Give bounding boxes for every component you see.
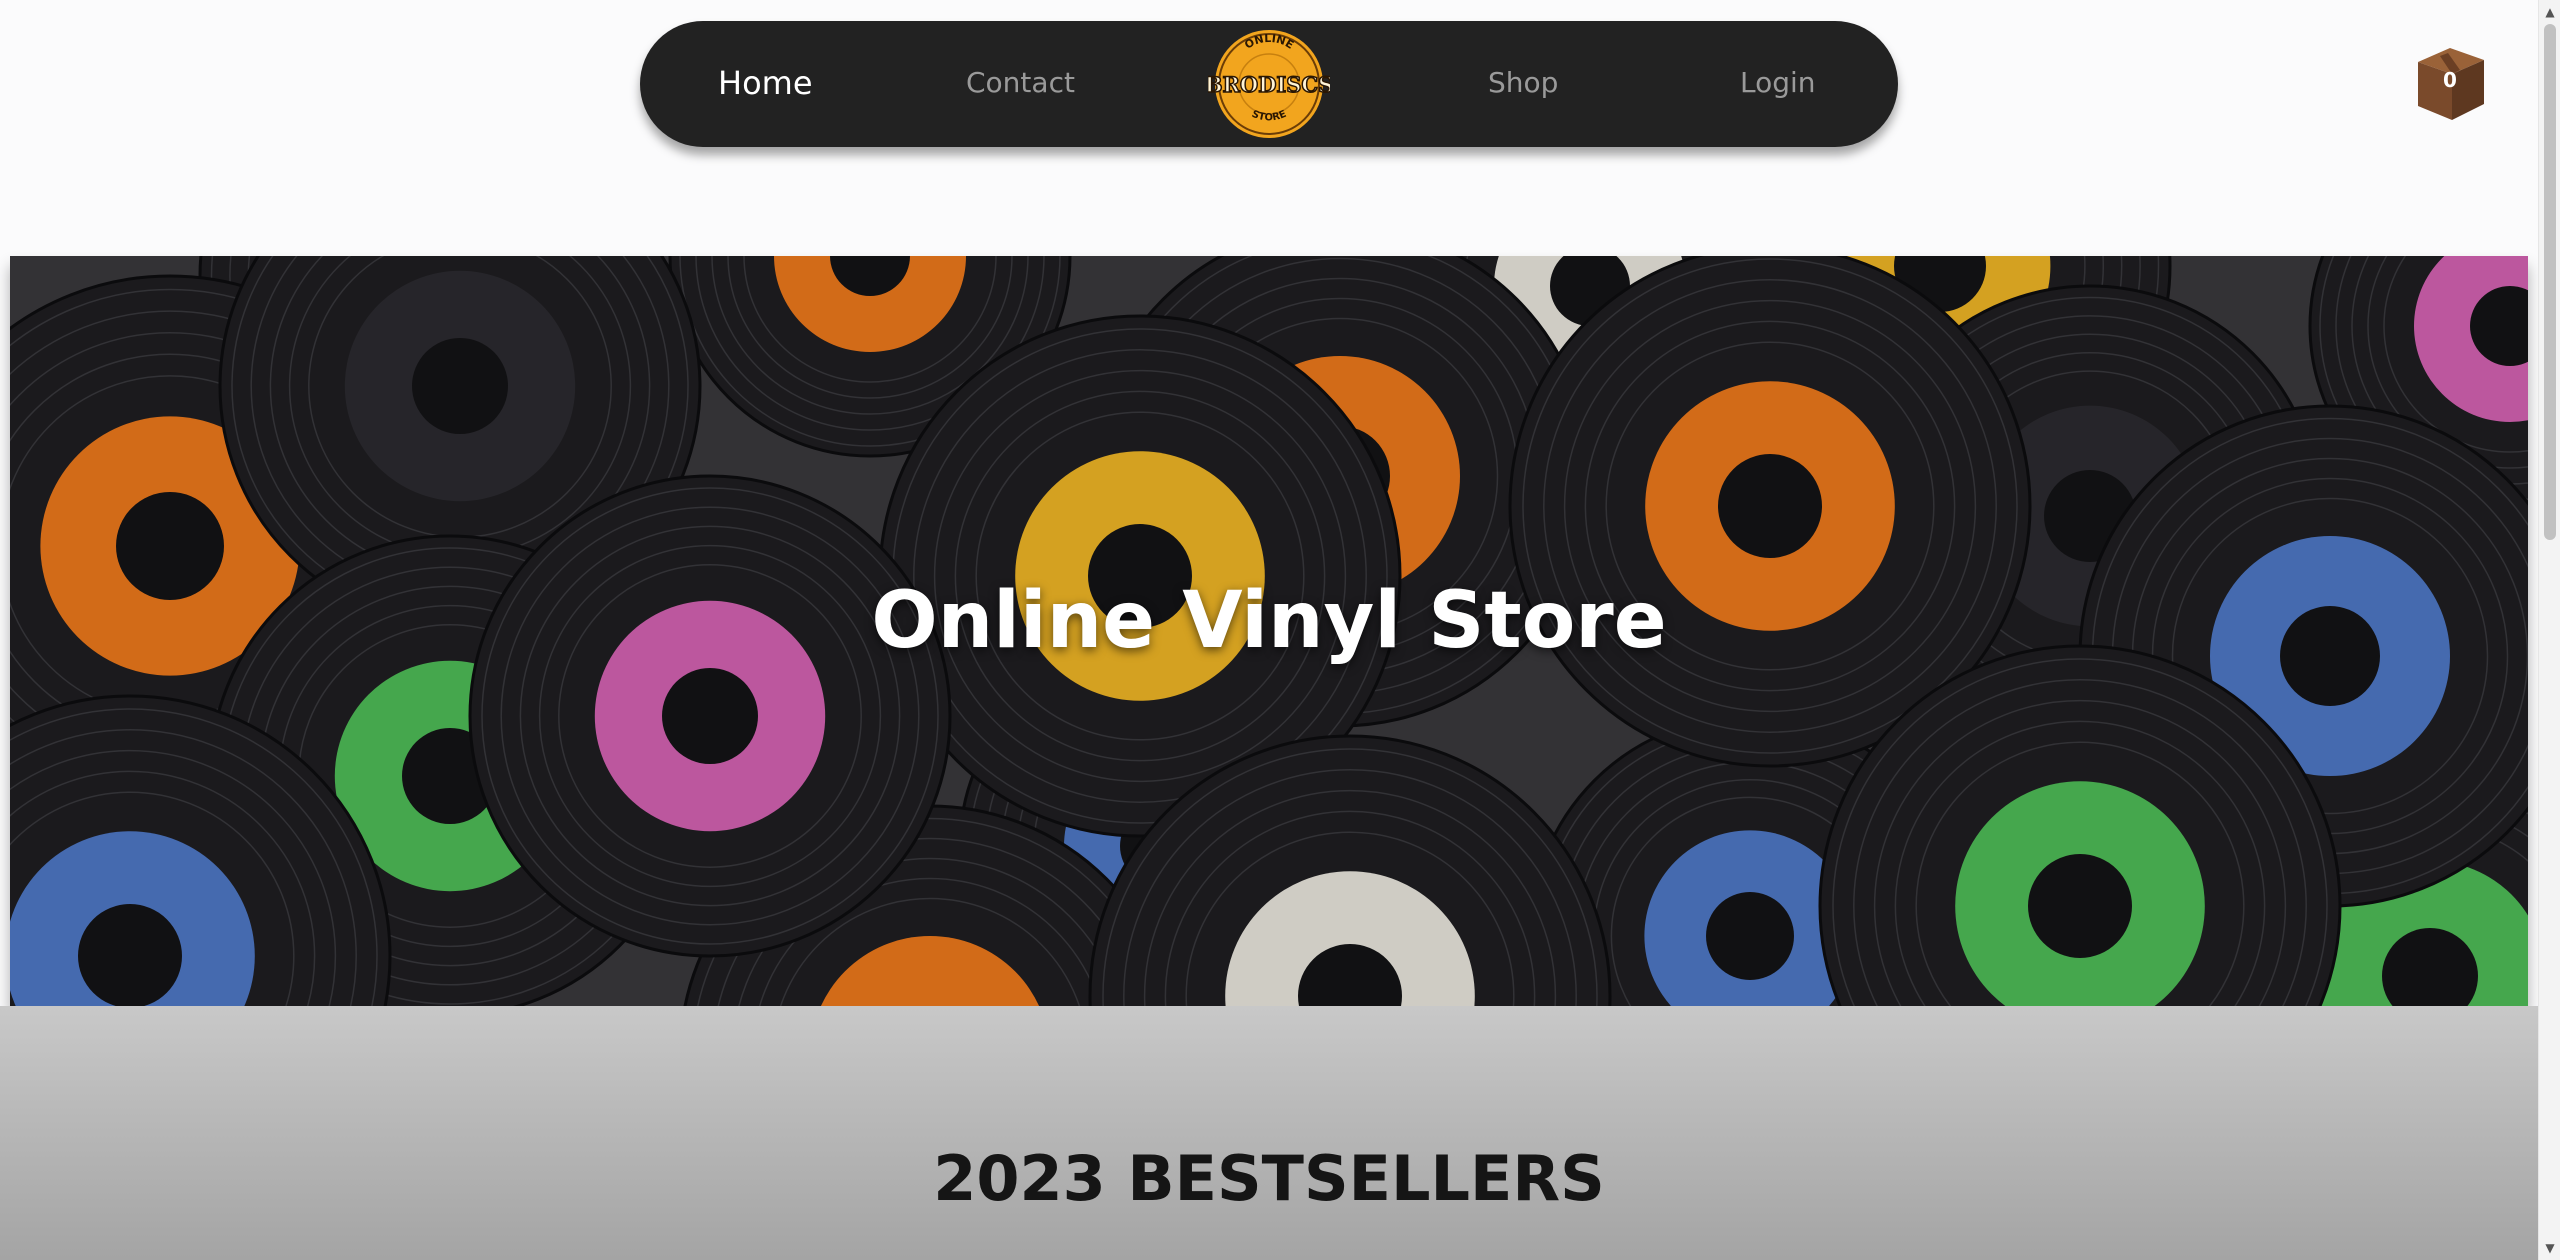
top-navbar: Home Contact ONLINE BRODISCS STORE Shop … (640, 21, 1898, 147)
nav-contact-link[interactable]: Contact (966, 61, 1075, 105)
bestsellers-heading: 2023 BESTSELLERS (933, 1142, 1605, 1215)
bestsellers-section: 2023 BESTSELLERS (0, 1006, 2538, 1260)
hero-banner: Online Vinyl Store (10, 256, 2528, 1006)
brodiscs-logo[interactable]: ONLINE BRODISCS STORE (1204, 26, 1334, 142)
scroll-down-arrow-icon[interactable]: ▼ (2539, 1238, 2560, 1258)
scroll-up-arrow-icon[interactable]: ▲ (2539, 2, 2560, 22)
scroll-thumb[interactable] (2544, 24, 2556, 540)
nav-login-link[interactable]: Login (1740, 61, 1816, 105)
nav-home-link[interactable]: Home (718, 61, 813, 105)
hero-title: Online Vinyl Store (871, 576, 1667, 666)
cart-button[interactable]: 0 (2410, 44, 2490, 124)
page-scrollbar[interactable]: ▲ ▼ (2538, 0, 2560, 1260)
cart-count: 0 (2443, 68, 2457, 92)
page: Home Contact ONLINE BRODISCS STORE Shop … (0, 0, 2560, 1260)
vinyl-record-badge-icon: ONLINE BRODISCS STORE (1204, 30, 1334, 138)
nav-shop-link[interactable]: Shop (1488, 61, 1558, 105)
logo-name: BRODISCS (1208, 72, 1330, 97)
